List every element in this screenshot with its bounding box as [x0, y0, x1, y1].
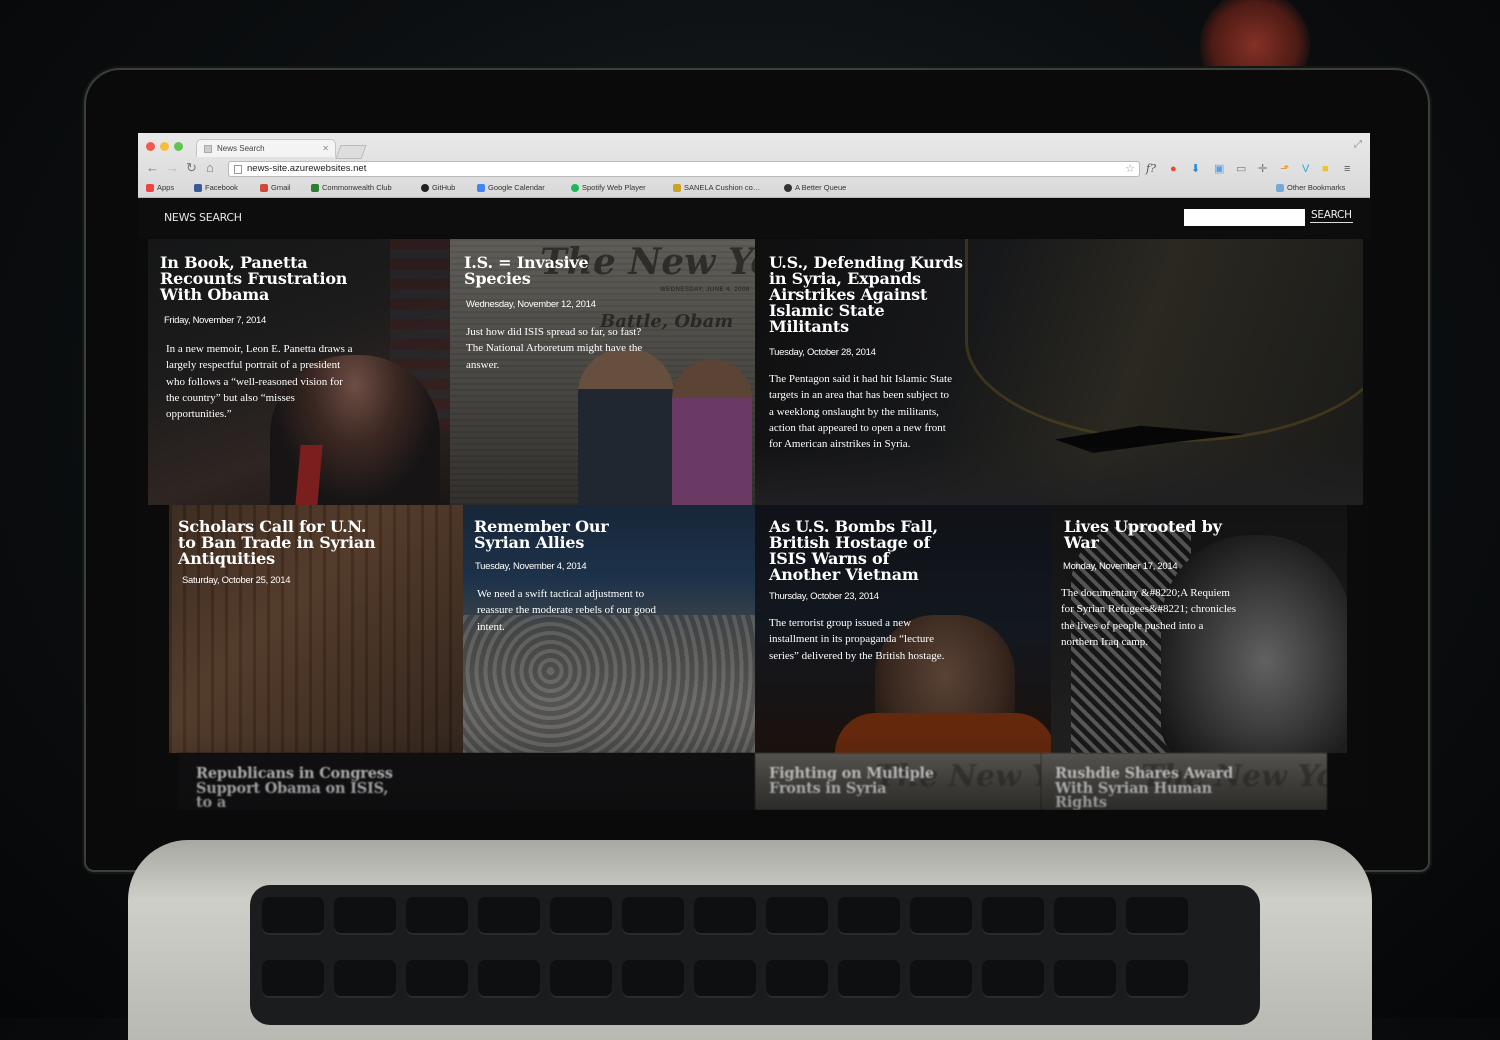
article-tile[interactable]: The New York Fighting on Multiple Fronts…: [755, 753, 1041, 810]
ikea-icon: [673, 183, 681, 192]
article-title[interactable]: I.S. = Invasive Species: [464, 255, 614, 287]
article-summary: Just how did ISIS spread so far, so fast…: [466, 326, 643, 371]
site-brand[interactable]: NEWS SEARCH: [164, 211, 242, 224]
spotify-icon: [571, 183, 579, 192]
bookmark-apps[interactable]: Apps: [146, 183, 174, 192]
article-date: Monday, November 17, 2014: [1063, 561, 1178, 572]
github-icon: [421, 183, 429, 192]
search-input[interactable]: [1184, 209, 1305, 226]
article-tile[interactable]: Remember Our Syrian Allies Tuesday, Nove…: [463, 505, 755, 753]
forward-arrow-icon[interactable]: →: [166, 160, 179, 175]
article-tile[interactable]: The New York Rushdie Shares Award With S…: [1041, 753, 1327, 810]
bookmark-sanela[interactable]: SANELA Cushion co…: [673, 183, 760, 192]
article-date: Thursday, October 23, 2014: [769, 591, 879, 602]
bookmark-gmail[interactable]: Gmail: [260, 183, 291, 192]
close-window-button[interactable]: [146, 142, 155, 151]
minimize-window-button[interactable]: [160, 142, 169, 151]
article-title[interactable]: Fighting on Multiple Fronts in Syria: [769, 766, 969, 796]
window-controls: [146, 142, 183, 151]
article-title[interactable]: Scholars Call for U.N. to Ban Trade in S…: [178, 519, 378, 567]
article-tile[interactable]: Scholars Call for U.N. to Ban Trade in S…: [169, 505, 463, 753]
laptop-keyboard: [250, 885, 1260, 1025]
search-button[interactable]: SEARCH: [1310, 209, 1353, 223]
menu-icon[interactable]: ≡: [1344, 161, 1350, 177]
gmail-icon: [260, 183, 268, 192]
tab-title: News Search: [217, 144, 265, 153]
bookmark-spotify[interactable]: Spotify Web Player: [571, 183, 646, 192]
note-extension-icon[interactable]: ■: [1322, 161, 1329, 177]
home-icon[interactable]: ⌂: [206, 160, 214, 175]
globe-icon: [311, 183, 319, 192]
article-date: Friday, November 7, 2014: [164, 315, 266, 326]
article-summary: The terrorist group issued a new install…: [769, 617, 945, 662]
extension-icon[interactable]: ⬏: [1280, 161, 1289, 177]
article-tile[interactable]: In Book, Panetta Recounts Frustration Wi…: [148, 239, 450, 505]
article-tile[interactable]: Republicans in Congress Support Obama on…: [178, 753, 755, 810]
maximize-window-button[interactable]: [174, 142, 183, 151]
article-tile[interactable]: As U.S. Bombs Fall, British Hostage of I…: [755, 505, 1051, 753]
hangar-image: [965, 239, 1363, 442]
browser-tab[interactable]: News Search ✕: [196, 139, 336, 157]
back-arrow-icon[interactable]: ←: [146, 160, 159, 175]
folder-extension-icon[interactable]: ▣: [1214, 161, 1224, 177]
address-bar[interactable]: news-site.azurewebsites.net ☆: [228, 161, 1140, 177]
adblock-icon[interactable]: ●: [1170, 161, 1177, 177]
browser-window: News Search ✕ ⤢ ← → ↻ ⌂ news-site.azurew…: [138, 133, 1370, 810]
article-title[interactable]: Rushdie Shares Award With Syrian Human R…: [1055, 766, 1255, 810]
article-tile[interactable]: Lives Uprooted by War Monday, November 1…: [1051, 505, 1347, 753]
article-title[interactable]: Remember Our Syrian Allies: [474, 519, 624, 551]
browser-chrome: News Search ✕ ⤢ ← → ↻ ⌂ news-site.azurew…: [138, 133, 1370, 198]
article-summary: The Pentagon said it had hit Islamic Sta…: [769, 373, 952, 451]
bookmark-github[interactable]: GitHub: [421, 183, 455, 192]
article-title[interactable]: As U.S. Bombs Fall, British Hostage of I…: [769, 519, 949, 583]
queue-icon: [784, 183, 792, 192]
bookmarks-bar: Apps Facebook Gmail Commonwealth Club Gi…: [138, 180, 1370, 196]
article-date: Wednesday, November 12, 2014: [466, 299, 596, 310]
article-summary: In a new memoir, Leon E. Panetta draws a…: [166, 343, 353, 421]
v-extension-icon[interactable]: V: [1302, 161, 1309, 177]
url-text: news-site.azurewebsites.net: [247, 163, 367, 174]
folder-icon: [1276, 183, 1284, 192]
fullscreen-icon[interactable]: ⤢: [1354, 139, 1362, 150]
article-tile[interactable]: The New York WEDNESDAY, JUNE 4, 2008 Bat…: [450, 239, 755, 505]
page-icon: [234, 165, 242, 174]
article-date: Tuesday, October 28, 2014: [769, 347, 876, 358]
download-icon[interactable]: ⬇: [1191, 161, 1200, 177]
bookmark-a-better-queue[interactable]: A Better Queue: [784, 183, 846, 192]
article-summary: We need a swift tactical adjustment to r…: [477, 588, 656, 633]
bookmark-star-icon[interactable]: ☆: [1125, 162, 1135, 176]
article-summary: The documentary &#8220;A Requiem for Syr…: [1061, 587, 1237, 648]
new-tab-button[interactable]: [335, 145, 367, 159]
article-date: Tuesday, November 4, 2014: [475, 561, 587, 572]
navigation-bar: ← → ↻ ⌂ news-site.azurewebsites.net ☆ f?…: [138, 159, 1370, 179]
site-header: NEWS SEARCH SEARCH: [138, 198, 1370, 238]
crosshair-icon[interactable]: ✛: [1258, 161, 1267, 177]
facebook-icon: [194, 183, 202, 192]
bookmark-google-calendar[interactable]: Google Calendar: [477, 183, 545, 192]
bookmark-commonwealth-club[interactable]: Commonwealth Club: [311, 183, 392, 192]
article-title[interactable]: U.S., Defending Kurds in Syria, Expands …: [769, 255, 969, 335]
article-title[interactable]: Lives Uprooted by War: [1064, 519, 1244, 551]
article-tile[interactable]: U.S., Defending Kurds in Syria, Expands …: [755, 239, 1363, 505]
apps-icon: [146, 183, 154, 192]
close-tab-icon[interactable]: ✕: [322, 140, 329, 158]
article-title[interactable]: Republicans in Congress Support Obama on…: [196, 766, 396, 810]
formula-extension-icon[interactable]: f?: [1146, 161, 1156, 177]
article-date: Saturday, October 25, 2014: [182, 575, 291, 586]
reload-icon[interactable]: ↻: [186, 160, 197, 176]
bookmark-facebook[interactable]: Facebook: [194, 183, 238, 192]
page-icon: [204, 145, 212, 153]
calendar-icon: [477, 183, 485, 192]
article-title[interactable]: In Book, Panetta Recounts Frustration Wi…: [160, 255, 380, 303]
cast-icon[interactable]: ▭: [1236, 161, 1246, 177]
other-bookmarks[interactable]: Other Bookmarks: [1276, 183, 1345, 192]
